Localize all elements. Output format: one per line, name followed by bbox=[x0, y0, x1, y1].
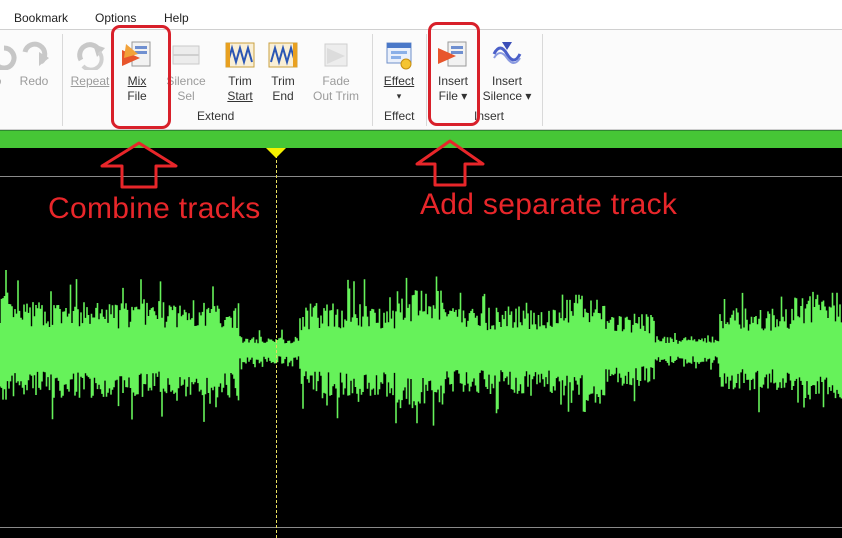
fade-out-trim-label-line2: Out Trim bbox=[312, 89, 359, 103]
menu-options[interactable]: Options bbox=[95, 11, 136, 25]
trim-end-icon bbox=[268, 42, 298, 68]
partial-undo-label: o bbox=[0, 74, 12, 89]
group-label-extend: Extend bbox=[197, 109, 235, 123]
insert-silence-label-line2: Silence ▾ bbox=[482, 89, 532, 103]
group-separator bbox=[372, 34, 373, 126]
waveform-path bbox=[0, 270, 842, 426]
trim-start-button[interactable]: Trim Start bbox=[220, 32, 260, 112]
effect-label-line1: Effect bbox=[383, 74, 415, 88]
repeat-icon bbox=[77, 42, 105, 70]
insert-silence-button[interactable]: Insert Silence ▾ bbox=[478, 32, 536, 112]
repeat-button[interactable]: Repeat bbox=[68, 32, 112, 112]
arrow-up-icon bbox=[415, 139, 485, 187]
insert-silence-icon bbox=[492, 42, 522, 64]
trim-start-label-line2: Start bbox=[227, 89, 253, 103]
fade-out-trim-label-line1: Fade bbox=[322, 74, 350, 88]
menu-help[interactable]: Help bbox=[164, 11, 189, 25]
annotation-add-separate-track: Add separate track bbox=[420, 188, 678, 221]
redo-label: Redo bbox=[19, 74, 49, 88]
waveform-bars bbox=[0, 270, 842, 426]
effect-icon bbox=[386, 42, 412, 70]
trim-end-label-line2: End bbox=[272, 89, 294, 103]
trim-start-label-line1: Trim bbox=[228, 74, 252, 88]
insert-file-highlight bbox=[428, 22, 480, 126]
annotation-combine-tracks: Combine tracks bbox=[48, 192, 261, 225]
arrow-up-icon bbox=[100, 141, 178, 189]
trim-start-icon bbox=[225, 42, 255, 68]
redo-button[interactable]: Redo bbox=[14, 32, 54, 112]
partial-undo-button[interactable]: o bbox=[0, 32, 17, 112]
trim-end-button[interactable]: Trim End bbox=[264, 32, 302, 112]
playhead-line[interactable] bbox=[276, 150, 277, 538]
silence-sel-icon bbox=[172, 45, 200, 65]
redo-icon bbox=[22, 41, 49, 66]
track-bottom-line bbox=[0, 527, 842, 528]
playhead-marker-icon[interactable] bbox=[266, 148, 286, 158]
group-separator bbox=[426, 34, 427, 126]
fade-out-trim-icon bbox=[324, 43, 348, 67]
effect-dropdown-arrow: ▾ bbox=[396, 91, 402, 101]
mix-file-highlight bbox=[111, 25, 171, 129]
group-separator bbox=[542, 34, 543, 126]
group-label-effect: Effect bbox=[384, 109, 415, 123]
insert-silence-label-line1: Insert bbox=[491, 74, 522, 88]
menu-bookmark[interactable]: Bookmark bbox=[14, 11, 68, 25]
trim-end-label-line1: Trim bbox=[271, 74, 295, 88]
repeat-label: Repeat bbox=[70, 74, 110, 88]
fade-out-trim-button[interactable]: Fade Out Trim bbox=[308, 32, 364, 112]
effect-button[interactable]: Effect ▾ bbox=[378, 32, 420, 112]
group-separator bbox=[62, 34, 63, 126]
